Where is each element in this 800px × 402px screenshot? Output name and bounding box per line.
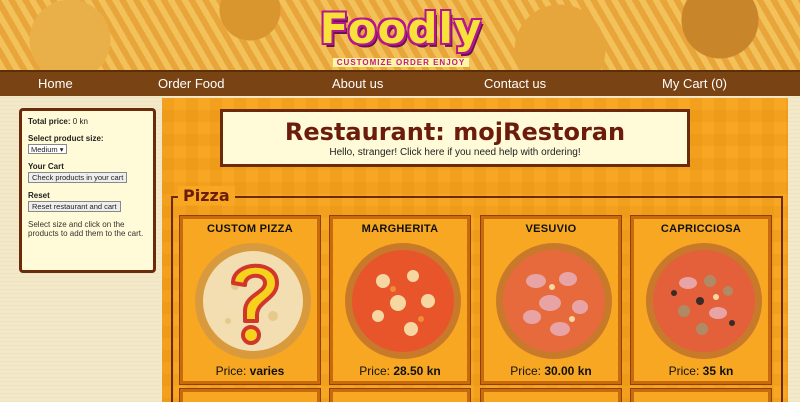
product-card-partial[interactable] <box>179 388 321 402</box>
price-value: 28.50 kn <box>393 364 441 378</box>
header-banner: Foodly CUSTOMIZE ORDER ENJOY <box>0 0 800 70</box>
reset-button[interactable]: Reset restaurant and cart <box>28 201 121 212</box>
capricciosa-pizza-image <box>646 243 762 359</box>
vesuvio-pizza-image <box>496 243 612 359</box>
product-name: CUSTOM PIZZA <box>207 223 293 235</box>
logo-tagline: CUSTOMIZE ORDER ENJOY <box>332 58 470 67</box>
chevron-down-icon: ▾ <box>59 145 64 154</box>
product-name: VESUVIO <box>525 223 577 235</box>
help-text: Select size and click on the products to… <box>28 220 144 238</box>
nav-contact-us[interactable]: Contact us <box>484 76 546 91</box>
product-card-partial[interactable] <box>480 388 622 402</box>
help-link[interactable]: Hello, stranger! Click here if you need … <box>223 147 687 158</box>
price-label: Price: <box>215 364 247 378</box>
cart-label: Your Cart <box>28 162 64 171</box>
product-price: Price: varies <box>183 364 317 378</box>
product-card-margherita[interactable]: MARGHERITA Price: 28.50 kn <box>329 215 471 385</box>
restaurant-title: Restaurant: mojRestoran <box>284 118 626 146</box>
size-label: Select product size: <box>28 134 104 143</box>
logo-text: Foodly <box>319 4 483 53</box>
logo[interactable]: Foodly CUSTOMIZE ORDER ENJOY <box>316 4 486 67</box>
nav-home[interactable]: Home <box>38 76 73 91</box>
size-select-value: Medium <box>31 145 58 154</box>
custom-pizza-image <box>195 243 311 359</box>
size-selector: Select product size: Medium ▾ <box>28 134 147 154</box>
reset-label: Reset <box>28 191 50 200</box>
total-price-value: 0 kn <box>72 117 88 126</box>
total-price: Total price: 0 kn <box>28 117 147 126</box>
main-nav: Home Order Food About us Contact us My C… <box>0 70 800 96</box>
price-value: varies <box>249 364 285 378</box>
price-label: Price: <box>359 364 390 378</box>
product-price: Price: 28.50 kn <box>333 364 467 378</box>
product-card-custom-pizza[interactable]: CUSTOM PIZZA Price: varies <box>179 215 321 385</box>
product-card-partial[interactable] <box>630 388 772 402</box>
product-card-vesuvio[interactable]: VESUVIO Price: 30.00 kn <box>480 215 622 385</box>
check-cart-button[interactable]: Check products in your cart <box>28 172 128 183</box>
price-value: 35 kn <box>702 364 734 378</box>
nav-my-cart[interactable]: My Cart (0) <box>662 76 727 91</box>
category-title: Pizza <box>178 186 235 205</box>
product-name: MARGHERITA <box>361 223 439 235</box>
nav-order-food[interactable]: Order Food <box>158 76 224 91</box>
restaurant-header: Restaurant: mojRestoran Hello, stranger!… <box>220 109 690 167</box>
price-label: Price: <box>510 364 541 378</box>
nav-about-us[interactable]: About us <box>332 76 383 91</box>
cart-section: Your Cart Check products in your cart <box>28 162 147 183</box>
total-price-label: Total price: <box>28 117 71 126</box>
product-card-capricciosa[interactable]: CAPRICCIOSA Price: 35 kn <box>630 215 772 385</box>
price-label: Price: <box>668 364 700 378</box>
size-select[interactable]: Medium ▾ <box>28 144 67 154</box>
price-value: 30.00 kn <box>544 364 592 378</box>
product-price: Price: 30.00 kn <box>484 364 618 378</box>
reset-section: Reset Reset restaurant and cart <box>28 191 147 212</box>
margherita-pizza-image <box>345 243 461 359</box>
product-price: Price: 35 kn <box>634 364 768 378</box>
product-card-partial[interactable] <box>329 388 471 402</box>
order-sidebar: Total price: 0 kn Select product size: M… <box>19 108 156 273</box>
product-name: CAPRICCIOSA <box>660 223 742 235</box>
